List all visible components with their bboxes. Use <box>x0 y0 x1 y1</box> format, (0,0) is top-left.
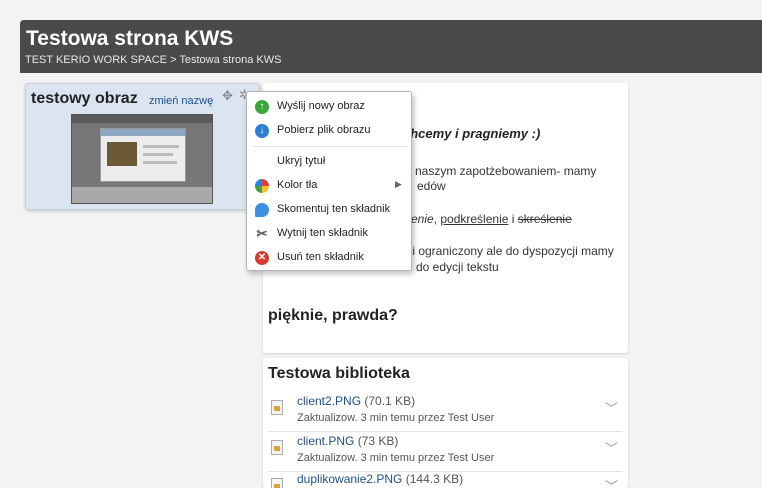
underline-text: podkreślenie <box>440 212 509 226</box>
file-name-link[interactable]: duplikowanie2.PNG <box>297 472 402 486</box>
library-title: Testowa biblioteka <box>268 365 410 382</box>
context-menu: ↑ Wyślij nowy obraz ↓ Pobierz plik obraz… <box>246 91 412 271</box>
breadcrumb: TEST KERIO WORK SPACE > Testowa strona K… <box>25 54 281 66</box>
file-size: (70.1 KB) <box>364 394 416 408</box>
chevron-down-icon[interactable]: ﹀ <box>605 398 618 417</box>
text-heading: chcemy i pragniemy :) <box>403 126 541 141</box>
download-icon: ↓ <box>255 124 269 138</box>
menu-item-download[interactable]: ↓ Pobierz plik obrazu <box>247 120 411 142</box>
delete-icon: ✕ <box>255 251 269 265</box>
italic-text: enie <box>411 212 434 226</box>
file-name-link[interactable]: client.PNG <box>297 434 354 448</box>
list-item[interactable]: client.PNG (73 KB) Zaktualizow. 3 min te… <box>268 432 622 472</box>
file-meta: Zaktualizow. 3 min temu przez Test User <box>297 452 495 464</box>
thumbnail-topbar <box>72 115 212 123</box>
menu-item-delete[interactable]: ✕ Usuń ten składnik <box>247 247 411 269</box>
library-widget: Testowa biblioteka client2.PNG (70.1 KB)… <box>263 358 628 488</box>
file-size: (73 KB) <box>357 434 399 448</box>
text-paragraph-3b: do edycji tekstu <box>416 260 499 274</box>
file-name-link[interactable]: client2.PNG <box>297 394 361 408</box>
breadcrumb-current: Testowa strona KWS <box>179 54 282 66</box>
image-thumbnail[interactable] <box>71 114 213 204</box>
menu-item-comment[interactable]: Skomentuj ten składnik <box>247 199 411 221</box>
chevron-down-icon[interactable]: ﹀ <box>605 438 618 457</box>
submenu-arrow-icon: ▶ <box>395 179 402 189</box>
menu-item-upload[interactable]: ↑ Wyślij nowy obraz <box>247 96 411 118</box>
breadcrumb-separator: > <box>170 54 177 66</box>
menu-item-hide-title[interactable]: Ukryj tytuł <box>247 151 411 173</box>
image-file-icon <box>271 400 283 415</box>
comment-icon <box>255 203 269 217</box>
text-paragraph-1b: edów <box>417 179 446 193</box>
text-bottom-heading: pięknie, prawda? <box>268 307 398 324</box>
widget-title: testowy obraz <box>31 90 138 107</box>
chevron-down-icon[interactable]: ﹀ <box>605 476 618 488</box>
menu-separator <box>253 146 407 147</box>
menu-item-background-color[interactable]: Kolor tła ▶ <box>247 175 411 197</box>
upload-icon: ↑ <box>255 100 269 114</box>
image-file-icon <box>271 440 283 455</box>
scissors-icon: ✂ <box>256 226 268 241</box>
text-paragraph-1a: i i naszym zapotżebowaniem- mamy <box>403 164 597 178</box>
list-item[interactable]: duplikowanie2.PNG (144.3 KB) ﹀ <box>268 470 622 488</box>
thumbnail-bottom <box>72 187 212 203</box>
image-file-icon <box>271 478 283 488</box>
image-widget: testowy obraz zmień nazwę ✥ ✲ <box>25 83 260 210</box>
thumbnail-dialog <box>100 128 186 182</box>
file-size: (144.3 KB) <box>405 472 464 486</box>
text-paragraph-3a: y i ograniczony ale do dyspozycji mamy <box>403 244 614 258</box>
list-item[interactable]: client2.PNG (70.1 KB) Zaktualizow. 3 min… <box>268 392 622 432</box>
text-formatting-line: enie, podkreślenie i skreślenie <box>411 212 572 226</box>
menu-item-cut[interactable]: ✂ Wytnij ten składnik <box>247 223 411 245</box>
page-header: Testowa strona KWS TEST KERIO WORK SPACE… <box>20 20 762 73</box>
file-meta: Zaktualizow. 3 min temu przez Test User <box>297 412 495 424</box>
rename-link[interactable]: zmień nazwę <box>149 95 213 107</box>
move-icon[interactable]: ✥ <box>222 88 233 104</box>
breadcrumb-root-link[interactable]: TEST KERIO WORK SPACE <box>25 54 167 66</box>
strike-text: skreślenie <box>517 212 572 226</box>
color-wheel-icon <box>255 179 269 193</box>
page-title: Testowa strona KWS <box>26 27 234 50</box>
